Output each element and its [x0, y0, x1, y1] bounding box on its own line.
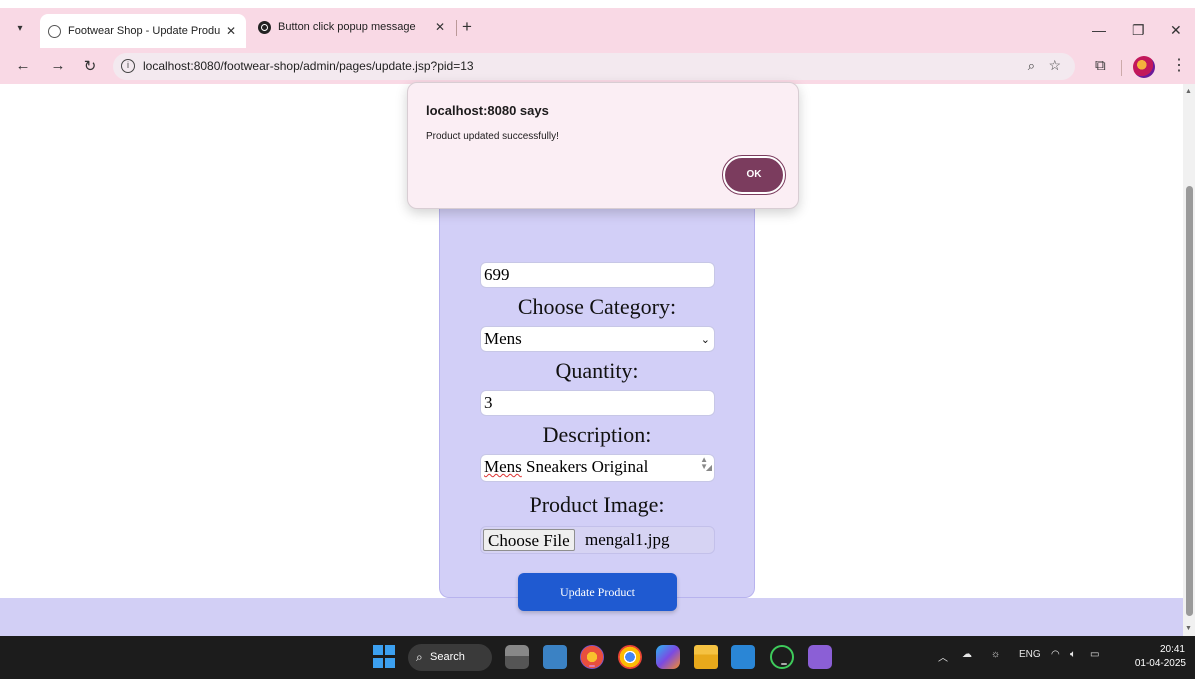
scroll-up-icon[interactable]: ▲ — [1185, 88, 1192, 95]
cloud-icon[interactable]: ☁ — [962, 649, 972, 660]
close-icon[interactable]: ✕ — [433, 20, 447, 34]
file-name: mengal1.jpg — [585, 530, 670, 549]
image-label: Product Image: — [529, 492, 665, 517]
whatsapp-icon[interactable] — [770, 645, 794, 669]
close-icon[interactable]: ✕ — [224, 24, 238, 38]
copilot-icon[interactable] — [656, 645, 680, 669]
file-explorer-icon[interactable] — [694, 645, 718, 669]
scroll-thumb[interactable] — [1186, 186, 1193, 616]
new-tab-icon[interactable]: + — [462, 17, 472, 37]
tab-search-icon[interactable]: ▾ — [10, 20, 30, 38]
price-input[interactable]: 699 — [480, 262, 715, 288]
alert-title: localhost:8080 says — [426, 103, 549, 118]
category-selected-value: Mens — [484, 329, 522, 348]
category-label: Choose Category: — [517, 294, 677, 319]
file-input[interactable]: Choose File mengal1.jpg — [480, 526, 715, 554]
extensions-icon[interactable]: ⧉ — [1095, 57, 1106, 74]
tab-popup-message[interactable]: Button click popup message ✕ — [250, 14, 455, 40]
taskbar: ⌕ Search ︿ ☁ ☼ ENG ◠ 🔈︎ ▭ 20:41 01-04-20… — [0, 636, 1195, 679]
quantity-label: Quantity: — [555, 358, 639, 383]
ok-button[interactable]: OK — [722, 155, 786, 195]
reload-icon[interactable]: ↻ — [80, 57, 100, 75]
volume-icon[interactable]: 🔈︎ — [1070, 649, 1076, 660]
alert-dialog: localhost:8080 says Product updated succ… — [407, 82, 799, 209]
toolbar-divider — [1121, 60, 1122, 76]
menu-dots-icon[interactable]: ⋮ — [1171, 55, 1187, 75]
chevron-up-icon[interactable]: ︿ — [938, 649, 948, 664]
choose-file-button[interactable]: Choose File — [483, 529, 575, 551]
clock-time[interactable]: 20:41 — [1145, 644, 1185, 655]
spellcheck-word: Mens — [484, 457, 522, 476]
forward-icon[interactable]: → — [48, 57, 68, 74]
battery-icon[interactable]: ▭ — [1090, 649, 1099, 660]
chrome-icon[interactable] — [618, 645, 642, 669]
category-select[interactable]: Mens ⌄ — [480, 326, 715, 352]
weather-icon[interactable]: ☼ — [991, 649, 1000, 660]
chevron-down-icon: ⌄ — [700, 334, 710, 346]
taskbar-search[interactable]: ⌕ Search — [408, 644, 492, 671]
task-view-icon[interactable] — [505, 645, 529, 669]
address-bar[interactable]: i localhost:8080/footwear-shop/admin/pag… — [113, 53, 1075, 80]
globe-icon — [48, 24, 61, 38]
zoom-icon[interactable]: ⌕ — [1028, 58, 1035, 74]
page-scrollbar[interactable]: ▲ ▼ — [1183, 84, 1195, 636]
wifi-icon[interactable]: ◠ — [1051, 649, 1060, 660]
tab-strip: ▾ Footwear Shop - Update Produ ✕ Button … — [0, 0, 1195, 48]
resize-grip-icon[interactable]: ◢ — [706, 456, 712, 480]
windows-start-icon[interactable] — [373, 645, 397, 669]
scroll-down-icon[interactable]: ▼ — [1185, 625, 1192, 632]
info-icon[interactable]: i — [121, 59, 135, 73]
github-icon — [258, 20, 271, 34]
tab-title: Footwear Shop - Update Produ — [68, 25, 221, 37]
vscode-icon[interactable] — [731, 645, 755, 669]
tab-divider — [456, 20, 457, 36]
profile-avatar[interactable] — [1133, 56, 1155, 78]
clock-date[interactable]: 01-04-2025 — [1128, 658, 1186, 669]
update-product-button[interactable]: Update Product — [518, 573, 677, 611]
3d-box-icon[interactable] — [543, 645, 567, 669]
description-text: Sneakers Original — [521, 457, 649, 476]
tab-title: Button click popup message — [278, 21, 416, 33]
alert-message: Product updated successfully! — [426, 131, 559, 142]
search-label: Search — [430, 651, 465, 663]
search-icon: ⌕ — [416, 650, 423, 664]
restore-icon[interactable]: ❐ — [1132, 22, 1145, 39]
minimize-icon[interactable]: — — [1092, 22, 1106, 38]
chrome-canary-icon[interactable] — [580, 645, 604, 669]
language-indicator[interactable]: ENG — [1019, 649, 1041, 660]
quantity-input[interactable]: 3 — [480, 390, 715, 416]
tab-footwear-shop[interactable]: Footwear Shop - Update Produ ✕ — [40, 14, 246, 48]
window-close-icon[interactable]: ✕ — [1170, 22, 1182, 39]
description-textarea[interactable]: Mens Sneakers Original ▲ ▼ ◢ — [480, 454, 715, 482]
toolbar: ← → ↻ i localhost:8080/footwear-shop/adm… — [0, 48, 1195, 84]
back-icon[interactable]: ← — [13, 57, 33, 74]
description-label: Description: — [542, 422, 652, 447]
url-text[interactable]: localhost:8080/footwear-shop/admin/pages… — [143, 59, 474, 73]
bookmark-star-icon[interactable]: ☆ — [1048, 57, 1061, 74]
visual-studio-icon[interactable] — [808, 645, 832, 669]
